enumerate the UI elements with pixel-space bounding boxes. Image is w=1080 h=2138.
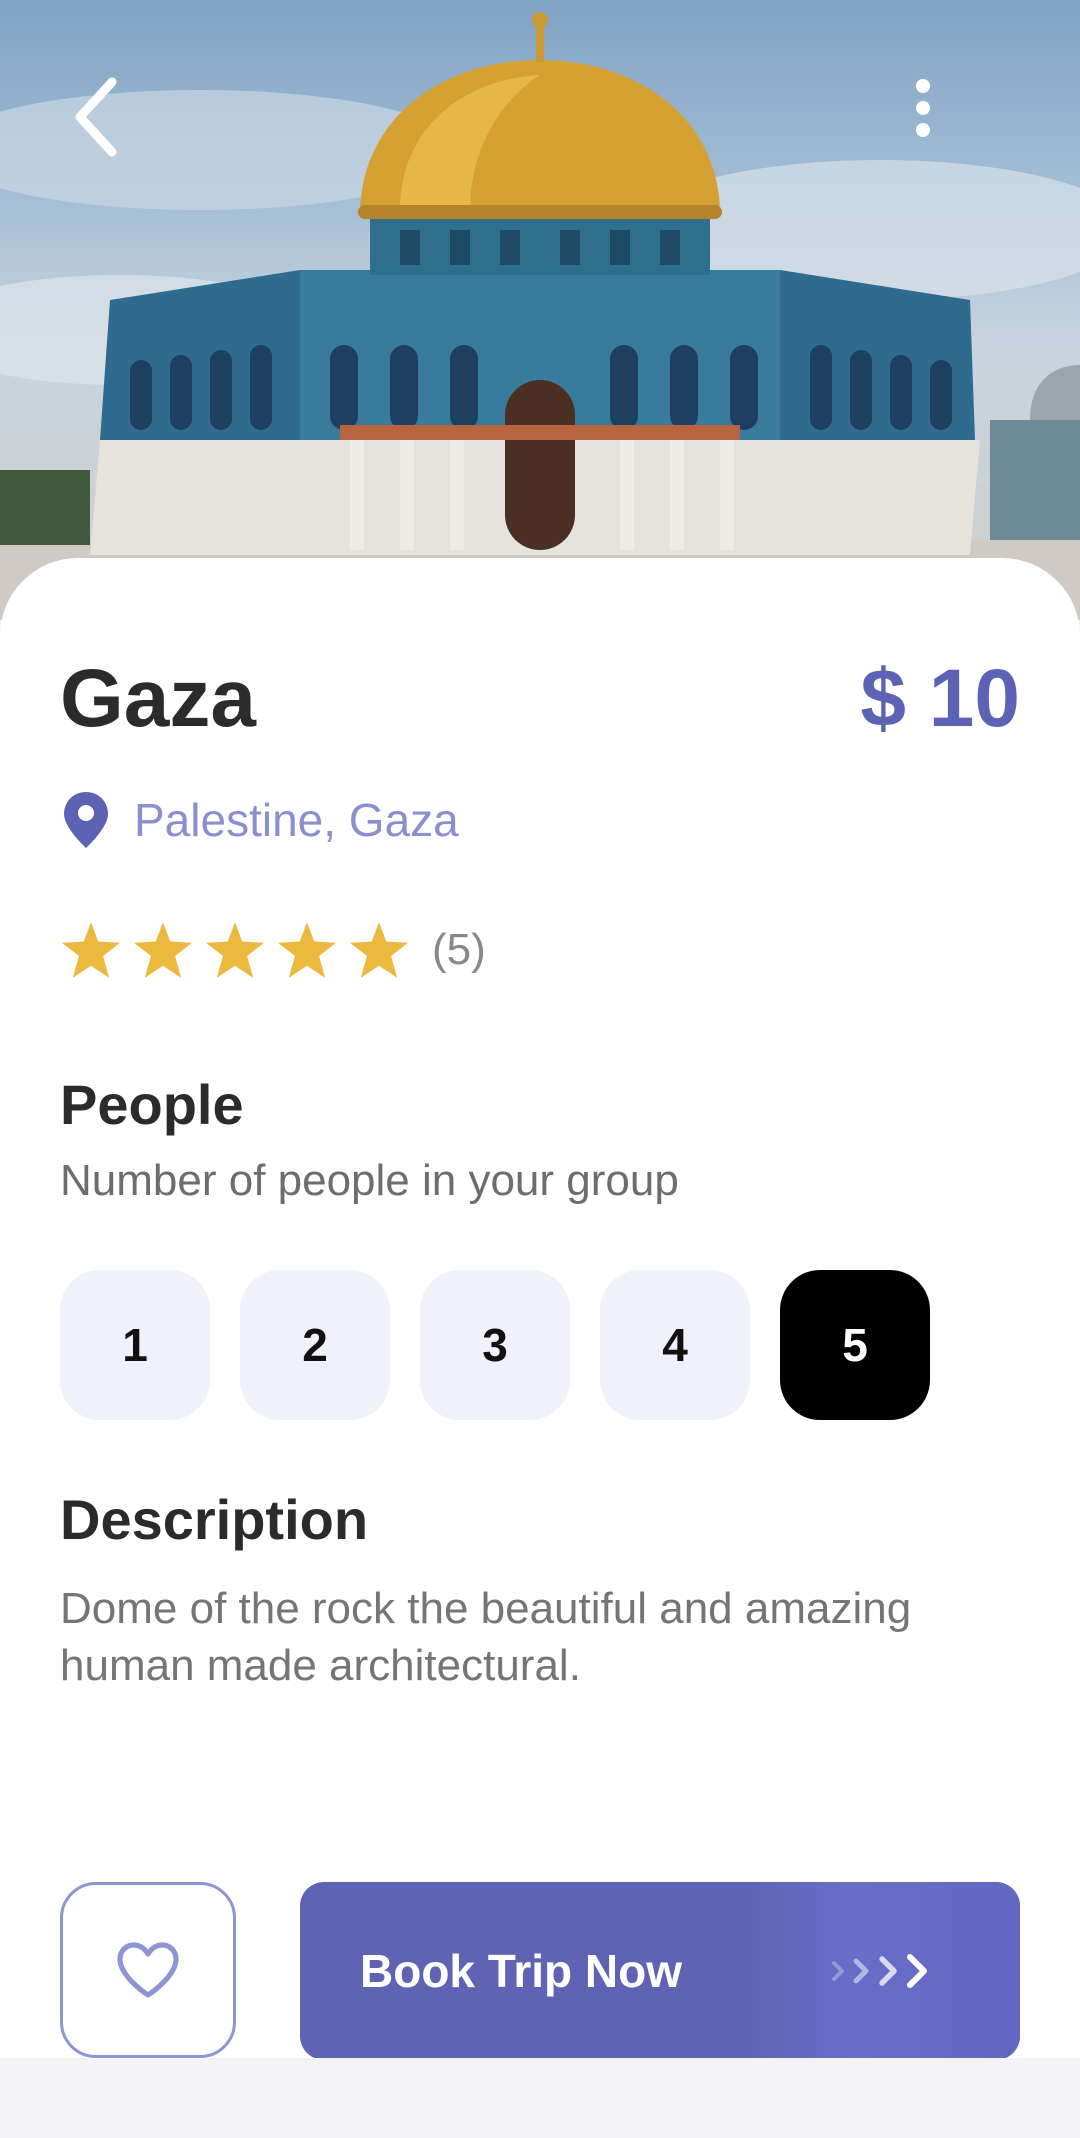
rating: (5) bbox=[62, 922, 486, 978]
star-icon bbox=[278, 922, 336, 978]
rating-stars bbox=[62, 922, 408, 978]
more-vertical-icon bbox=[916, 79, 930, 137]
people-option-1[interactable]: 1 bbox=[60, 1270, 210, 1420]
chevron-left-icon bbox=[75, 77, 117, 157]
chevrons-right-icon bbox=[830, 1882, 940, 2060]
people-title: People bbox=[60, 1073, 244, 1136]
favorite-button[interactable] bbox=[60, 1882, 236, 2058]
hero-image bbox=[0, 0, 1080, 620]
heart-icon bbox=[117, 1942, 179, 1998]
people-option-2[interactable]: 2 bbox=[240, 1270, 390, 1420]
back-button[interactable] bbox=[68, 72, 148, 172]
description-title: Description bbox=[60, 1488, 369, 1551]
description-text: Dome of the rock the beautiful and amazi… bbox=[60, 1584, 912, 1690]
people-selector: 1 2 3 4 5 bbox=[60, 1270, 930, 1420]
star-icon bbox=[62, 922, 120, 978]
star-icon bbox=[134, 922, 192, 978]
people-option-4[interactable]: 4 bbox=[600, 1270, 750, 1420]
book-trip-button[interactable]: Book Trip Now bbox=[300, 1882, 1020, 2060]
place-title: Gaza bbox=[60, 653, 256, 744]
map-pin-icon bbox=[64, 792, 108, 848]
star-icon bbox=[206, 922, 264, 978]
people-option-3[interactable]: 3 bbox=[420, 1270, 570, 1420]
people-subtitle: Number of people in your group bbox=[60, 1156, 679, 1205]
rating-count: (5) bbox=[432, 925, 486, 974]
bottom-system-bar bbox=[0, 2058, 1080, 2138]
book-trip-label: Book Trip Now bbox=[360, 1945, 682, 1997]
more-options-button[interactable] bbox=[908, 72, 988, 172]
people-option-5[interactable]: 5 bbox=[780, 1270, 930, 1420]
location-row: Palestine, Gaza bbox=[60, 790, 459, 850]
star-icon bbox=[350, 922, 408, 978]
location-text: Palestine, Gaza bbox=[134, 794, 459, 846]
price: $ 10 bbox=[860, 653, 1020, 744]
